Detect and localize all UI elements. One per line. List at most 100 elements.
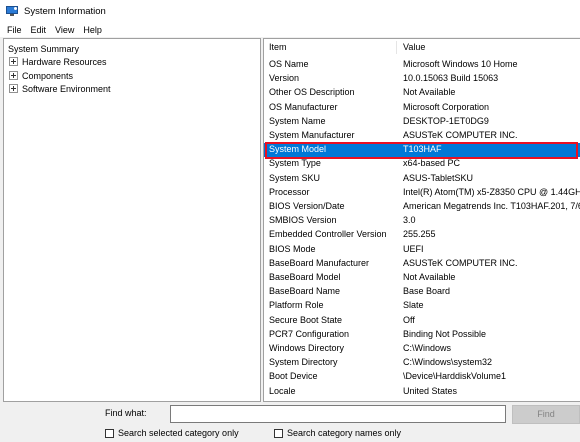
table-row[interactable]: BIOS Mode UEFI <box>264 243 580 257</box>
category-tree[interactable]: System Summary Hardware Resources Compon… <box>3 38 261 402</box>
menu-help[interactable]: Help <box>80 25 108 35</box>
row-item-cell: System Directory <box>269 357 338 368</box>
table-row[interactable]: System Model T103HAF <box>264 143 580 158</box>
table-row[interactable]: System SKU ASUS-TabletSKU <box>264 172 580 186</box>
table-row[interactable]: OS Manufacturer Microsoft Corporation <box>264 101 580 115</box>
window-title: System Information <box>24 5 106 17</box>
row-value-cell: ASUS-TabletSKU <box>403 172 474 183</box>
row-value-cell: C:\Windows <box>403 343 452 353</box>
expand-plus-icon[interactable] <box>9 84 18 93</box>
menu-file[interactable]: File <box>4 25 28 35</box>
find-button[interactable]: Find <box>512 405 580 424</box>
table-row[interactable]: Other OS Description Not Available <box>264 86 580 100</box>
row-item-cell: Version <box>269 73 300 84</box>
table-row[interactable]: SMBIOS Version 3.0 <box>264 214 580 228</box>
row-value-cell: C:\Windows\system32 <box>403 357 493 368</box>
row-item-cell: System SKU <box>269 172 321 183</box>
tree-item-system-summary[interactable]: System Summary <box>8 42 79 55</box>
row-item-cell: Embedded Controller Version <box>269 229 387 240</box>
row-item-cell: PCR7 Configuration <box>269 328 350 339</box>
row-value-cell: Base Board <box>403 286 451 297</box>
row-value-cell: Off <box>403 314 415 325</box>
column-header-item[interactable]: Item <box>269 42 287 52</box>
row-item-cell: Processor <box>269 186 310 197</box>
tree-item-components[interactable]: Components <box>9 69 73 82</box>
details-list[interactable]: Item Value OS Name Microsoft Windows 10 H… <box>263 38 580 402</box>
row-value-cell: ASUSTeK COMPUTER INC. <box>403 130 518 140</box>
tree-item-label: Hardware Resources <box>22 56 107 67</box>
table-row[interactable]: BaseBoard Manufacturer ASUSTeK COMPUTER I… <box>264 257 580 271</box>
system-information-app-icon <box>6 5 18 17</box>
table-row[interactable]: Locale United States <box>264 385 580 399</box>
table-row[interactable]: Version 10.0.15063 Build 15063 <box>264 72 580 86</box>
row-value-cell: 3.0 <box>403 215 416 226</box>
row-value-cell: DESKTOP-1ET0DG9 <box>403 115 489 126</box>
table-row[interactable]: Platform Role Slate <box>264 299 580 313</box>
row-item-cell: Windows Directory <box>269 343 345 353</box>
table-row[interactable]: System Name DESKTOP-1ET0DG9 <box>264 115 580 129</box>
row-value-cell: Not Available <box>403 272 456 282</box>
table-row[interactable]: Windows Directory C:\Windows <box>264 342 580 356</box>
tree-item-hardware-resources[interactable]: Hardware Resources <box>9 55 107 68</box>
row-value-cell: Microsoft Windows 10 Home <box>403 59 518 69</box>
table-row[interactable]: BIOS Version/Date American Megatrends Inc… <box>264 200 580 214</box>
row-value-cell: Microsoft Corporation <box>403 101 490 112</box>
tree-item-label: System Summary <box>8 43 80 54</box>
row-value-cell: \Device\HarddiskVolume1 <box>403 371 507 382</box>
column-divider[interactable] <box>396 41 397 54</box>
menu-bar: File Edit View Help <box>0 22 580 37</box>
column-header-value[interactable]: Value <box>403 42 425 52</box>
row-value-cell: 10.0.15063 Build 15063 <box>403 73 499 84</box>
menu-edit[interactable]: Edit <box>28 25 53 35</box>
row-item-cell: BaseBoard Manufacturer <box>269 257 370 268</box>
row-value-cell: United States <box>403 385 458 396</box>
row-item-cell: Platform Role <box>269 300 324 311</box>
table-row[interactable]: OS Name Microsoft Windows 10 Home <box>264 58 580 72</box>
table-row[interactable]: System Type x64-based PC <box>264 157 580 171</box>
row-item-cell: System Name <box>269 115 326 126</box>
list-header: Item Value <box>264 39 580 56</box>
table-row[interactable]: System Manufacturer ASUSTeK COMPUTER INC. <box>264 129 580 143</box>
row-value-cell: Not Available <box>403 87 456 98</box>
row-value-cell: American Megatrends Inc. T103HAF.201, 7/… <box>403 201 580 211</box>
row-value-cell: Intel(R) Atom(TM) x5-Z8350 CPU @ 1.44GHz… <box>403 186 580 197</box>
row-value-cell: T103HAF <box>403 144 442 155</box>
checkbox-box[interactable] <box>274 428 283 438</box>
row-item-cell: SMBIOS Version <box>269 215 337 226</box>
row-item-cell: System Model <box>269 144 327 155</box>
expand-plus-icon[interactable] <box>9 57 18 66</box>
search-selected-category-checkbox[interactable]: Search selected category only <box>105 428 239 438</box>
row-item-cell: System Type <box>269 158 321 169</box>
table-row[interactable]: BaseBoard Name Base Board <box>264 285 580 299</box>
menu-view[interactable]: View <box>52 25 80 35</box>
table-row[interactable]: PCR7 Configuration Binding Not Possible <box>264 328 580 342</box>
row-item-cell: BaseBoard Name <box>269 286 341 297</box>
table-row[interactable]: Secure Boot State Off <box>264 314 580 328</box>
row-item-cell: BaseBoard Model <box>269 272 341 282</box>
row-item-cell: Secure Boot State <box>269 314 343 325</box>
expand-plus-icon[interactable] <box>9 71 18 80</box>
tree-item-label: Components <box>22 70 74 81</box>
checkbox-label: Search selected category only <box>118 428 239 438</box>
row-value-cell: 255.255 <box>403 229 436 240</box>
row-value-cell: UEFI <box>403 243 424 254</box>
checkbox-box[interactable] <box>105 428 114 438</box>
find-bar: Find what: Find Search selected category… <box>0 403 580 442</box>
tree-item-software-environment[interactable]: Software Environment <box>9 82 111 95</box>
row-item-cell: System Manufacturer <box>269 130 355 140</box>
search-category-names-checkbox[interactable]: Search category names only <box>274 428 401 438</box>
row-item-cell: Locale <box>269 385 296 396</box>
table-row[interactable]: System Directory C:\Windows\system32 <box>264 356 580 370</box>
row-item-cell: Boot Device <box>269 371 318 382</box>
table-row[interactable]: Processor Intel(R) Atom(TM) x5-Z8350 CPU … <box>264 186 580 200</box>
row-value-cell: Slate <box>403 300 424 311</box>
row-item-cell: BIOS Mode <box>269 243 316 254</box>
row-item-cell: OS Name <box>269 59 309 69</box>
find-input[interactable] <box>170 405 506 423</box>
table-row[interactable]: Boot Device \Device\HarddiskVolume1 <box>264 370 580 384</box>
row-item-cell: Other OS Description <box>269 87 355 98</box>
table-row[interactable]: Embedded Controller Version 255.255 <box>264 228 580 242</box>
table-row[interactable]: BaseBoard Model Not Available <box>264 271 580 285</box>
tree-item-label: Software Environment <box>22 83 111 94</box>
checkbox-label: Search category names only <box>287 428 402 438</box>
